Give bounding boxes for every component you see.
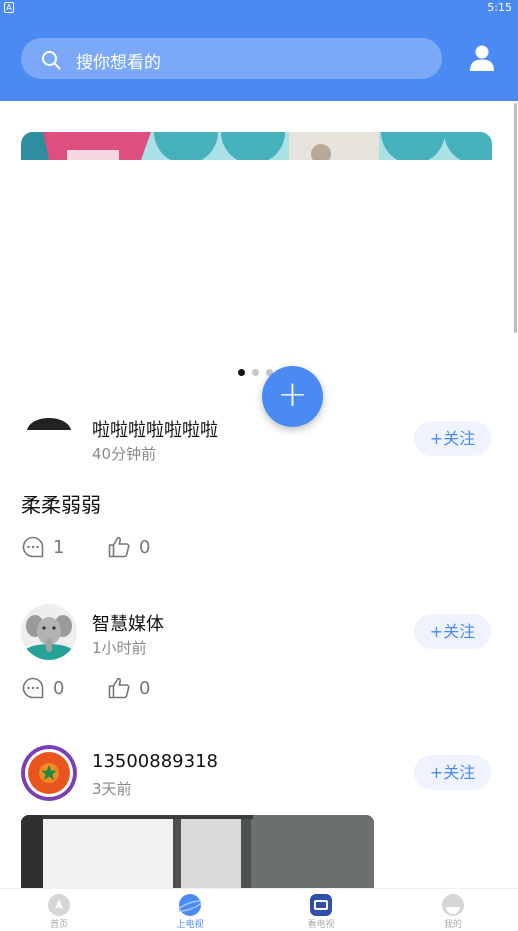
comment-count: 0: [53, 677, 65, 699]
banner-graphic: [21, 132, 492, 160]
avatar[interactable]: [21, 604, 77, 660]
nav-mine-label: 我的: [443, 920, 462, 930]
comment-icon: [22, 536, 44, 558]
avatar[interactable]: [21, 410, 77, 430]
search-icon: [42, 51, 61, 70]
post-author[interactable]: 啦啦啦啦啦啦啦: [92, 416, 218, 442]
post-card: 啦啦啦啦啦啦啦 40分钟前 +关注 柔柔弱弱 1 0: [0, 410, 518, 590]
nav-home[interactable]: 首页: [29, 894, 89, 930]
comment-button[interactable]: 0: [21, 676, 64, 700]
like-button[interactable]: 0: [107, 676, 150, 700]
nav-on-tv[interactable]: 上电视: [160, 894, 220, 930]
follow-button[interactable]: +关注: [414, 614, 491, 649]
carousel-dot-active[interactable]: [238, 369, 245, 376]
post-card: 智慧媒体 1小时前 +关注 0 0: [0, 604, 518, 714]
app-screen: A 5:15 搜你想看的 啦啦啦啦啦啦啦 40分钟前 +关注 柔柔弱弱 1 0 …: [0, 0, 518, 931]
post-image[interactable]: [21, 815, 374, 888]
top-header: 搜你想看的: [0, 16, 518, 101]
avatar[interactable]: [21, 745, 77, 801]
comment-button[interactable]: 1: [21, 535, 64, 559]
bottom-nav: 首页 上电视 看电视 我的: [0, 888, 518, 931]
banner-image[interactable]: [21, 132, 492, 160]
post-time: 1小时前: [92, 639, 147, 657]
home-icon: [48, 894, 70, 916]
like-count: 0: [139, 536, 151, 558]
status-bar: A 5:15: [0, 0, 518, 16]
like-button[interactable]: 0: [107, 535, 150, 559]
post-author[interactable]: 智慧媒体: [92, 610, 164, 636]
post-time: 40分钟前: [92, 445, 157, 463]
scrollbar[interactable]: [514, 103, 517, 333]
nav-on-tv-label: 上电视: [176, 920, 204, 930]
nav-watch-tv[interactable]: 看电视: [291, 894, 351, 930]
post-time: 3天前: [92, 780, 132, 798]
search-bar[interactable]: 搜你想看的: [21, 38, 442, 79]
user-profile-icon[interactable]: [470, 45, 494, 71]
like-count: 0: [139, 677, 151, 699]
notification-icon: A: [4, 2, 14, 13]
add-post-button[interactable]: +: [262, 366, 323, 427]
search-placeholder: 搜你想看的: [76, 53, 161, 73]
carousel-dot[interactable]: [252, 369, 259, 376]
comment-count: 1: [53, 536, 65, 558]
thumbs-up-icon: [108, 677, 130, 699]
nav-mine[interactable]: 我的: [423, 894, 483, 930]
follow-button[interactable]: +关注: [414, 755, 491, 790]
tv-icon: [310, 894, 332, 916]
status-time: 5:15: [487, 1, 512, 14]
follow-button[interactable]: +关注: [414, 421, 491, 456]
profile-icon: [442, 894, 464, 916]
comment-icon: [22, 677, 44, 699]
planet-icon: [177, 894, 203, 916]
thumbs-up-icon: [108, 536, 130, 558]
nav-home-label: 首页: [49, 920, 68, 930]
nav-watch-tv-label: 看电视: [307, 920, 335, 930]
post-content[interactable]: 柔柔弱弱: [21, 489, 101, 518]
post-author[interactable]: 13500889318: [92, 751, 218, 772]
post-card: 13500889318 3天前 +关注: [0, 745, 518, 888]
